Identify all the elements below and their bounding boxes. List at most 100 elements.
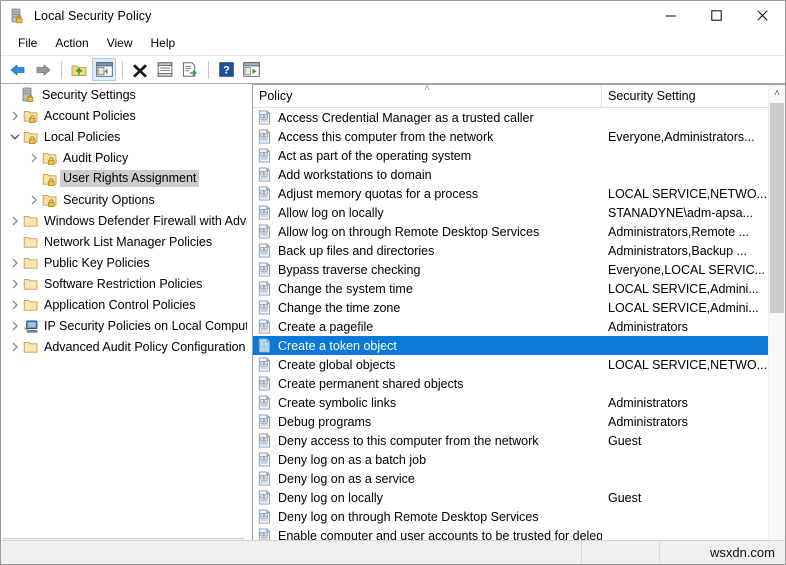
locked-folder-icon	[42, 150, 58, 166]
policy-list-pane: Policy ˄ Security Setting Access Credent…	[252, 84, 785, 561]
table-row[interactable]: Deny log on locallyGuest	[253, 488, 768, 507]
tree-twisty-collapsed-icon[interactable]	[7, 276, 23, 292]
properties-button[interactable]	[153, 58, 177, 81]
tree-twisty-expanded-icon[interactable]	[7, 129, 23, 145]
table-row[interactable]: Deny access to this computer from the ne…	[253, 431, 768, 450]
tree-twisty-collapsed-icon[interactable]	[7, 108, 23, 124]
table-row[interactable]: Access this computer from the networkEve…	[253, 127, 768, 146]
status-bar: wsxdn.com	[1, 540, 785, 564]
table-row[interactable]: Deny log on as a service	[253, 469, 768, 488]
tree-item-local-policies[interactable]: Local Policies	[1, 126, 247, 147]
tree-item-audit-policy[interactable]: Audit Policy	[1, 147, 247, 168]
maximize-button[interactable]	[693, 1, 739, 30]
tree-twisty-none	[5, 87, 21, 103]
policy-name-label: Access Credential Manager as a trusted c…	[278, 111, 534, 125]
column-header-security-setting[interactable]: Security Setting	[602, 85, 785, 107]
table-row[interactable]: Add workstations to domain	[253, 165, 768, 184]
table-row[interactable]: Allow log on locallySTANADYNE\adm-apsa..…	[253, 203, 768, 222]
help-button[interactable]: ?	[214, 58, 238, 81]
tree-item-label: Audit Policy	[63, 151, 128, 165]
policy-document-icon	[258, 490, 273, 505]
tree-twisty-collapsed-icon[interactable]	[26, 192, 42, 208]
security-setting-cell: Guest	[602, 491, 768, 505]
up-folder-button[interactable]	[67, 58, 91, 81]
policy-document-icon	[258, 129, 273, 144]
folder-icon	[23, 234, 39, 250]
table-row[interactable]: Back up files and directoriesAdministrat…	[253, 241, 768, 260]
menu-help[interactable]: Help	[142, 33, 185, 53]
table-row[interactable]: Deny log on as a batch job	[253, 450, 768, 469]
tree-twisty-collapsed-icon[interactable]	[26, 150, 42, 166]
close-button[interactable]	[739, 1, 785, 30]
policy-name-label: Debug programs	[278, 415, 371, 429]
table-row[interactable]: Adjust memory quotas for a process LOCAL …	[253, 184, 768, 203]
table-row[interactable]: Bypass traverse checkingEveryone,LOCAL S…	[253, 260, 768, 279]
policy-list-body[interactable]: Access Credential Manager as a trusted c…	[253, 108, 768, 561]
tree-twisty-collapsed-icon[interactable]	[7, 318, 23, 334]
refresh-view-button[interactable]	[239, 58, 263, 81]
delete-button[interactable]	[128, 58, 152, 81]
security-setting-cell: LOCAL SERVICE,NETWO...	[602, 187, 768, 201]
menu-action[interactable]: Action	[46, 33, 97, 53]
export-list-button[interactable]	[178, 58, 202, 81]
folder-icon	[23, 276, 39, 292]
tree-item-ip-security-policies-on-local-compute[interactable]: IP Security Policies on Local Compute	[1, 315, 247, 336]
scroll-up-arrow-icon[interactable]: ˄	[769, 85, 785, 102]
security-setting-cell: LOCAL SERVICE,Admini...	[602, 301, 768, 315]
minimize-button[interactable]	[647, 1, 693, 30]
security-policy-icon	[10, 8, 26, 24]
table-row[interactable]: Create symbolic linksAdministrators	[253, 393, 768, 412]
policy-name-label: Adjust memory quotas for a process	[278, 187, 478, 201]
policy-name-cell: Create permanent shared objects	[253, 376, 602, 391]
security-setting-cell: Everyone,LOCAL SERVIC...	[602, 263, 768, 277]
table-row[interactable]: Create a token object	[253, 336, 768, 355]
policy-list-vertical-scrollbar[interactable]: ˄ ˅	[768, 85, 785, 561]
table-row[interactable]: Change the system timeLOCAL SERVICE,Admi…	[253, 279, 768, 298]
ip-security-icon	[23, 318, 39, 334]
table-row[interactable]: Change the time zoneLOCAL SERVICE,Admini…	[253, 298, 768, 317]
forward-button[interactable]	[31, 58, 55, 81]
tree-item-application-control-policies[interactable]: Application Control Policies	[1, 294, 247, 315]
security-setting-cell: Administrators,Remote ...	[602, 225, 768, 239]
column-header-policy[interactable]: Policy ˄	[253, 85, 602, 107]
policy-document-icon	[258, 243, 273, 258]
security-settings-icon	[21, 87, 37, 103]
table-row[interactable]: Deny log on through Remote Desktop Servi…	[253, 507, 768, 526]
tree-item-software-restriction-policies[interactable]: Software Restriction Policies	[1, 273, 247, 294]
table-row[interactable]: Create global objectsLOCAL SERVICE,NETWO…	[253, 355, 768, 374]
tree-twisty-collapsed-icon[interactable]	[7, 297, 23, 313]
table-row[interactable]: Create permanent shared objects	[253, 374, 768, 393]
folder-icon	[23, 255, 39, 271]
table-row[interactable]: Allow log on through Remote Desktop Serv…	[253, 222, 768, 241]
policy-document-icon	[258, 452, 273, 467]
tree-item-label: Security Options	[63, 193, 155, 207]
security-setting-cell: LOCAL SERVICE,Admini...	[602, 282, 768, 296]
menu-view[interactable]: View	[98, 33, 142, 53]
tree-item-account-policies[interactable]: Account Policies	[1, 105, 247, 126]
table-row[interactable]: Debug programsAdministrators	[253, 412, 768, 431]
tree-item-advanced-audit-policy-configuration[interactable]: Advanced Audit Policy Configuration	[1, 336, 247, 357]
table-row[interactable]: Create a pagefileAdministrators	[253, 317, 768, 336]
folder-icon	[23, 339, 39, 355]
tree-twisty-collapsed-icon[interactable]	[7, 339, 23, 355]
tree-item-windows-defender-firewall-with-adva[interactable]: Windows Defender Firewall with Adva	[1, 210, 247, 231]
tree-item-label: IP Security Policies on Local Compute	[44, 319, 247, 333]
tree-item-network-list-manager-policies[interactable]: Network List Manager Policies	[1, 231, 247, 252]
vscroll-thumb[interactable]	[770, 103, 784, 313]
tree-twisty-collapsed-icon[interactable]	[7, 213, 23, 229]
list-column-headers: Policy ˄ Security Setting	[253, 85, 785, 108]
menu-file[interactable]: File	[9, 33, 46, 53]
tree-item-security-options[interactable]: Security Options	[1, 189, 247, 210]
locked-folder-icon	[23, 108, 39, 124]
table-row[interactable]: Act as part of the operating system	[253, 146, 768, 165]
folder-icon	[23, 213, 39, 229]
tree-twisty-collapsed-icon[interactable]	[7, 255, 23, 271]
back-button[interactable]	[6, 58, 30, 81]
show-hide-tree-button[interactable]	[92, 58, 116, 81]
tree-item-label: Advanced Audit Policy Configuration	[44, 340, 246, 354]
tree-item-public-key-policies[interactable]: Public Key Policies	[1, 252, 247, 273]
tree-item-security-settings[interactable]: Security Settings	[1, 84, 247, 105]
tree-item-user-rights-assignment[interactable]: User Rights Assignment	[1, 168, 247, 189]
table-row[interactable]: Access Credential Manager as a trusted c…	[253, 108, 768, 127]
tree-scroll-area[interactable]: Security SettingsAccount PoliciesLocal P…	[1, 84, 247, 536]
